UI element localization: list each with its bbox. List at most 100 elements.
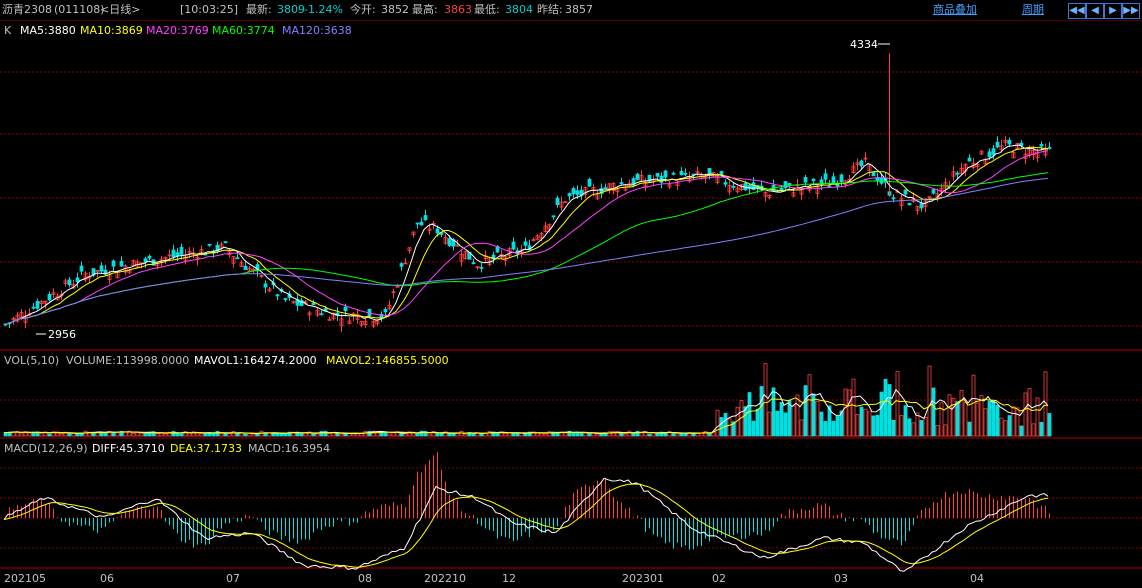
candle-body[interactable]	[523, 241, 528, 246]
volume-bar[interactable]	[187, 432, 192, 437]
candle-body[interactable]	[119, 260, 124, 267]
volume-bar[interactable]	[219, 433, 224, 437]
volume-bar[interactable]	[323, 430, 328, 437]
volume-bar[interactable]	[679, 433, 684, 437]
volume-bar[interactable]	[803, 385, 808, 437]
candle-body[interactable]	[75, 277, 80, 283]
candle-body[interactable]	[787, 183, 792, 186]
volume-bar[interactable]	[907, 418, 912, 437]
volume-bar[interactable]	[847, 389, 852, 437]
candle-body[interactable]	[879, 177, 884, 184]
volume-bar[interactable]	[271, 433, 276, 437]
candle-body[interactable]	[435, 228, 440, 234]
candle-body[interactable]	[555, 197, 560, 206]
volume-bar[interactable]	[47, 433, 52, 437]
volume-bar[interactable]	[403, 433, 408, 437]
volume-bar[interactable]	[163, 433, 168, 437]
volume-bar[interactable]	[1011, 406, 1016, 437]
candle-body[interactable]	[327, 319, 332, 321]
volume-bar[interactable]	[503, 432, 508, 437]
candle-body[interactable]	[683, 172, 688, 175]
candle-body[interactable]	[619, 182, 624, 184]
candle-body[interactable]	[263, 283, 268, 288]
volume-bar[interactable]	[3, 432, 8, 437]
candle-body[interactable]	[511, 241, 516, 250]
volume-bar[interactable]	[947, 394, 952, 437]
volume-bar[interactable]	[727, 418, 732, 437]
volume-bar[interactable]	[487, 430, 492, 437]
volume-bar[interactable]	[139, 432, 144, 437]
volume-bar[interactable]	[779, 401, 784, 437]
volume-bar[interactable]	[855, 414, 860, 437]
candle-body[interactable]	[283, 298, 288, 301]
volume-bar[interactable]	[927, 365, 932, 437]
candle-body[interactable]	[419, 221, 424, 226]
volume-bar[interactable]	[851, 378, 856, 437]
next-icon[interactable]: ▶	[1104, 3, 1122, 19]
volume-bar[interactable]	[919, 420, 924, 437]
volume-bar[interactable]	[275, 432, 280, 437]
candle-body[interactable]	[891, 197, 896, 200]
volume-bar[interactable]	[1027, 388, 1032, 437]
candle-body[interactable]	[871, 171, 876, 177]
volume-bar[interactable]	[523, 433, 528, 437]
candle-body[interactable]	[171, 249, 176, 258]
volume-bar[interactable]	[427, 433, 432, 437]
volume-bar[interactable]	[1047, 413, 1052, 437]
volume-bar[interactable]	[39, 433, 44, 437]
volume-bar[interactable]	[971, 374, 976, 437]
commodity-overlay-link[interactable]: 商品叠加	[933, 3, 977, 17]
volume-bar[interactable]	[975, 402, 980, 437]
volume-bar[interactable]	[595, 433, 600, 437]
volume-bar[interactable]	[435, 433, 440, 437]
candle-body[interactable]	[859, 160, 864, 167]
volume-bar[interactable]	[639, 432, 644, 437]
volume-bar[interactable]	[703, 431, 708, 437]
candle-body[interactable]	[907, 203, 912, 206]
volume-bar[interactable]	[459, 431, 464, 437]
volume-bar[interactable]	[955, 401, 960, 437]
volume-bar[interactable]	[387, 433, 392, 437]
volume-bar[interactable]	[495, 432, 500, 437]
volume-bar[interactable]	[751, 420, 756, 437]
volume-bar[interactable]	[315, 433, 320, 437]
candle-body[interactable]	[311, 302, 316, 306]
volume-bar[interactable]	[723, 412, 728, 437]
candle-body[interactable]	[707, 167, 712, 175]
forward-icon[interactable]: ▶▶	[1122, 3, 1140, 19]
volume-bar[interactable]	[59, 433, 64, 437]
candle-body[interactable]	[243, 265, 248, 270]
volume-bar[interactable]	[1015, 407, 1020, 437]
volume-bar[interactable]	[835, 415, 840, 437]
candle-body[interactable]	[179, 246, 184, 255]
volume-bar[interactable]	[883, 378, 888, 437]
volume-bar[interactable]	[991, 400, 996, 437]
candle-body[interactable]	[47, 294, 52, 301]
volume-bar[interactable]	[199, 433, 204, 437]
candle-body[interactable]	[575, 190, 580, 195]
volume-bar[interactable]	[807, 374, 812, 437]
volume-bar[interactable]	[771, 387, 776, 437]
candle-body[interactable]	[587, 178, 592, 187]
prev-icon[interactable]: ◀	[1086, 3, 1104, 19]
volume-bar[interactable]	[143, 433, 148, 437]
candle-body[interactable]	[603, 187, 608, 189]
volume-bar[interactable]	[571, 432, 576, 437]
volume-bar[interactable]	[859, 406, 864, 437]
volume-bar[interactable]	[943, 424, 948, 437]
candle-body[interactable]	[299, 300, 304, 307]
candle-body[interactable]	[551, 215, 556, 218]
volume-bar[interactable]	[227, 433, 232, 437]
candle-body[interactable]	[723, 182, 728, 185]
candle-body[interactable]	[147, 255, 152, 259]
volume-bar[interactable]	[819, 411, 824, 437]
volume-bar[interactable]	[131, 433, 136, 437]
volume-bar[interactable]	[983, 408, 988, 437]
volume-bar[interactable]	[831, 420, 836, 437]
volume-bar[interactable]	[911, 422, 916, 437]
candle-body[interactable]	[99, 265, 104, 272]
volume-bar[interactable]	[391, 432, 396, 437]
candle-body[interactable]	[835, 184, 840, 187]
volume-bar[interactable]	[783, 412, 788, 437]
chart-stage[interactable]: 沥青2308 (011108) <日线> [10:03:25] 最新: 3809…	[0, 0, 1142, 588]
